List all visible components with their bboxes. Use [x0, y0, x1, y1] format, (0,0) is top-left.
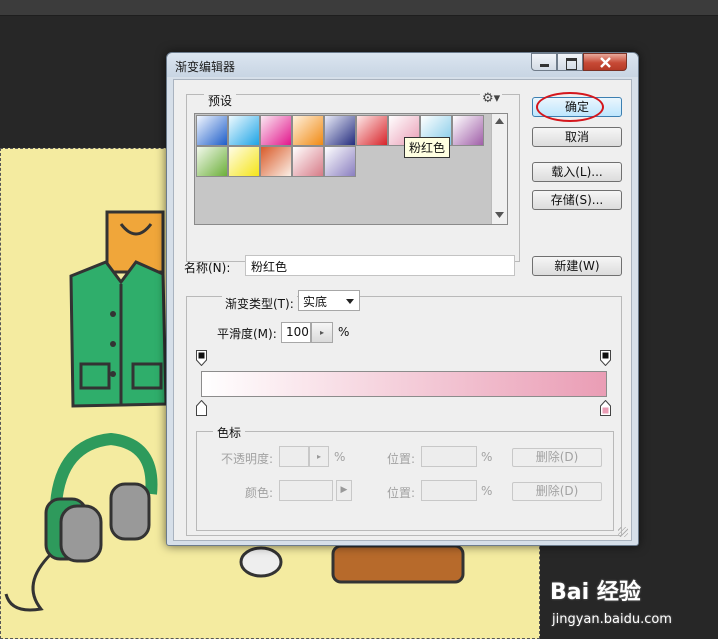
baidu-jingyan-watermark: Bai 经验 jingyan.baidu.com — [550, 572, 718, 639]
preset-swatch-yellow[interactable] — [228, 146, 260, 177]
color-menu-toggle[interactable]: ▶ — [336, 480, 352, 501]
delete-color-stop-button[interactable]: 删除(D) — [512, 482, 602, 501]
preset-swatch-red[interactable] — [356, 115, 388, 146]
headphones-illustration — [4, 432, 158, 612]
gradient-type-select[interactable]: 实底 — [298, 290, 360, 311]
preset-swatch-blue[interactable] — [196, 115, 228, 146]
round-object-illustration — [239, 546, 283, 578]
name-label: 名称(N): — [184, 261, 231, 275]
name-field[interactable]: 粉红色 — [245, 255, 515, 276]
preset-swatch-lavender[interactable] — [324, 146, 356, 177]
photoshop-menu-bar — [0, 0, 718, 16]
resize-grip[interactable] — [618, 527, 628, 537]
swatch-tooltip: 粉红色 — [404, 137, 451, 158]
maximize-button[interactable] — [557, 53, 583, 71]
opacity-unit: % — [334, 450, 346, 464]
color-location-input[interactable] — [421, 480, 477, 501]
close-icon — [600, 57, 611, 68]
opacity-label: 不透明度: — [221, 452, 274, 466]
load-button[interactable]: 载入(L)... — [532, 162, 622, 182]
watermark-logo: Bai 经验 — [550, 580, 641, 605]
scroll-down-icon[interactable] — [495, 212, 504, 218]
scroll-up-icon[interactable] — [495, 118, 504, 124]
opacity-input[interactable] — [279, 446, 309, 467]
color-location-unit: % — [481, 484, 493, 498]
close-button[interactable] — [583, 53, 627, 71]
dialog-title: 渐变编辑器 — [175, 60, 236, 74]
preset-swatch-cyan[interactable] — [228, 115, 260, 146]
smoothness-slider-toggle[interactable]: ▸ — [311, 322, 333, 343]
opacity-stop-left[interactable] — [196, 350, 207, 366]
gear-icon[interactable]: ⚙▾ — [480, 91, 503, 106]
color-stops-group — [196, 431, 614, 531]
gradient-type-label: 渐变类型(T): — [222, 295, 297, 312]
preset-swatches: 粉红色 — [194, 113, 508, 225]
presets-label: 预设 — [204, 92, 237, 109]
opacity-location-input[interactable] — [421, 446, 477, 467]
presets-scrollbar[interactable] — [491, 114, 507, 224]
dialog-body: 预设 ⚙▾ 粉红色 确定 取消 载入(L)... 存储(S)... 名称(N):… — [173, 79, 632, 541]
preset-swatch-green[interactable] — [196, 146, 228, 177]
color-location-label: 位置: — [387, 486, 416, 500]
color-label: 颜色: — [245, 486, 274, 500]
color-swatch-field[interactable] — [279, 480, 333, 501]
color-stop-left[interactable] — [196, 400, 207, 416]
smoothness-label: 平滑度(M): — [217, 327, 277, 341]
preset-swatch-rose[interactable] — [292, 146, 324, 177]
new-button[interactable]: 新建(W) — [532, 256, 622, 276]
gradient-preview-bar[interactable] — [201, 371, 607, 397]
minimize-button[interactable] — [531, 53, 557, 71]
color-stop-right[interactable] — [600, 400, 611, 416]
highlight-circle — [536, 92, 604, 122]
preset-swatch-navy[interactable] — [324, 115, 356, 146]
preset-swatch-orange[interactable] — [292, 115, 324, 146]
preset-swatch-purple[interactable] — [452, 115, 484, 146]
delete-opacity-stop-button[interactable]: 删除(D) — [512, 448, 602, 467]
opacity-slider-toggle[interactable]: ▸ — [309, 446, 329, 467]
preset-swatch-peach[interactable] — [260, 146, 292, 177]
gradient-editor-dialog: 渐变编辑器 预设 ⚙▾ 粉红色 确定 取消 载入(L)... 存储(S)... … — [166, 52, 639, 546]
watermark-url: jingyan.baidu.com — [552, 612, 672, 627]
color-stops-label: 色标 — [213, 424, 246, 441]
folded-shirt-illustration — [69, 210, 168, 408]
cancel-button[interactable]: 取消 — [532, 127, 622, 147]
save-button[interactable]: 存储(S)... — [532, 190, 622, 210]
preset-swatch-magenta[interactable] — [260, 115, 292, 146]
bag-illustration — [331, 544, 465, 584]
dialog-title-bar[interactable]: 渐变编辑器 — [167, 53, 638, 77]
opacity-stop-right[interactable] — [600, 350, 611, 366]
smoothness-input[interactable]: 100 — [281, 322, 311, 343]
opacity-location-unit: % — [481, 450, 493, 464]
opacity-location-label: 位置: — [387, 452, 416, 466]
smoothness-unit: % — [338, 325, 350, 339]
